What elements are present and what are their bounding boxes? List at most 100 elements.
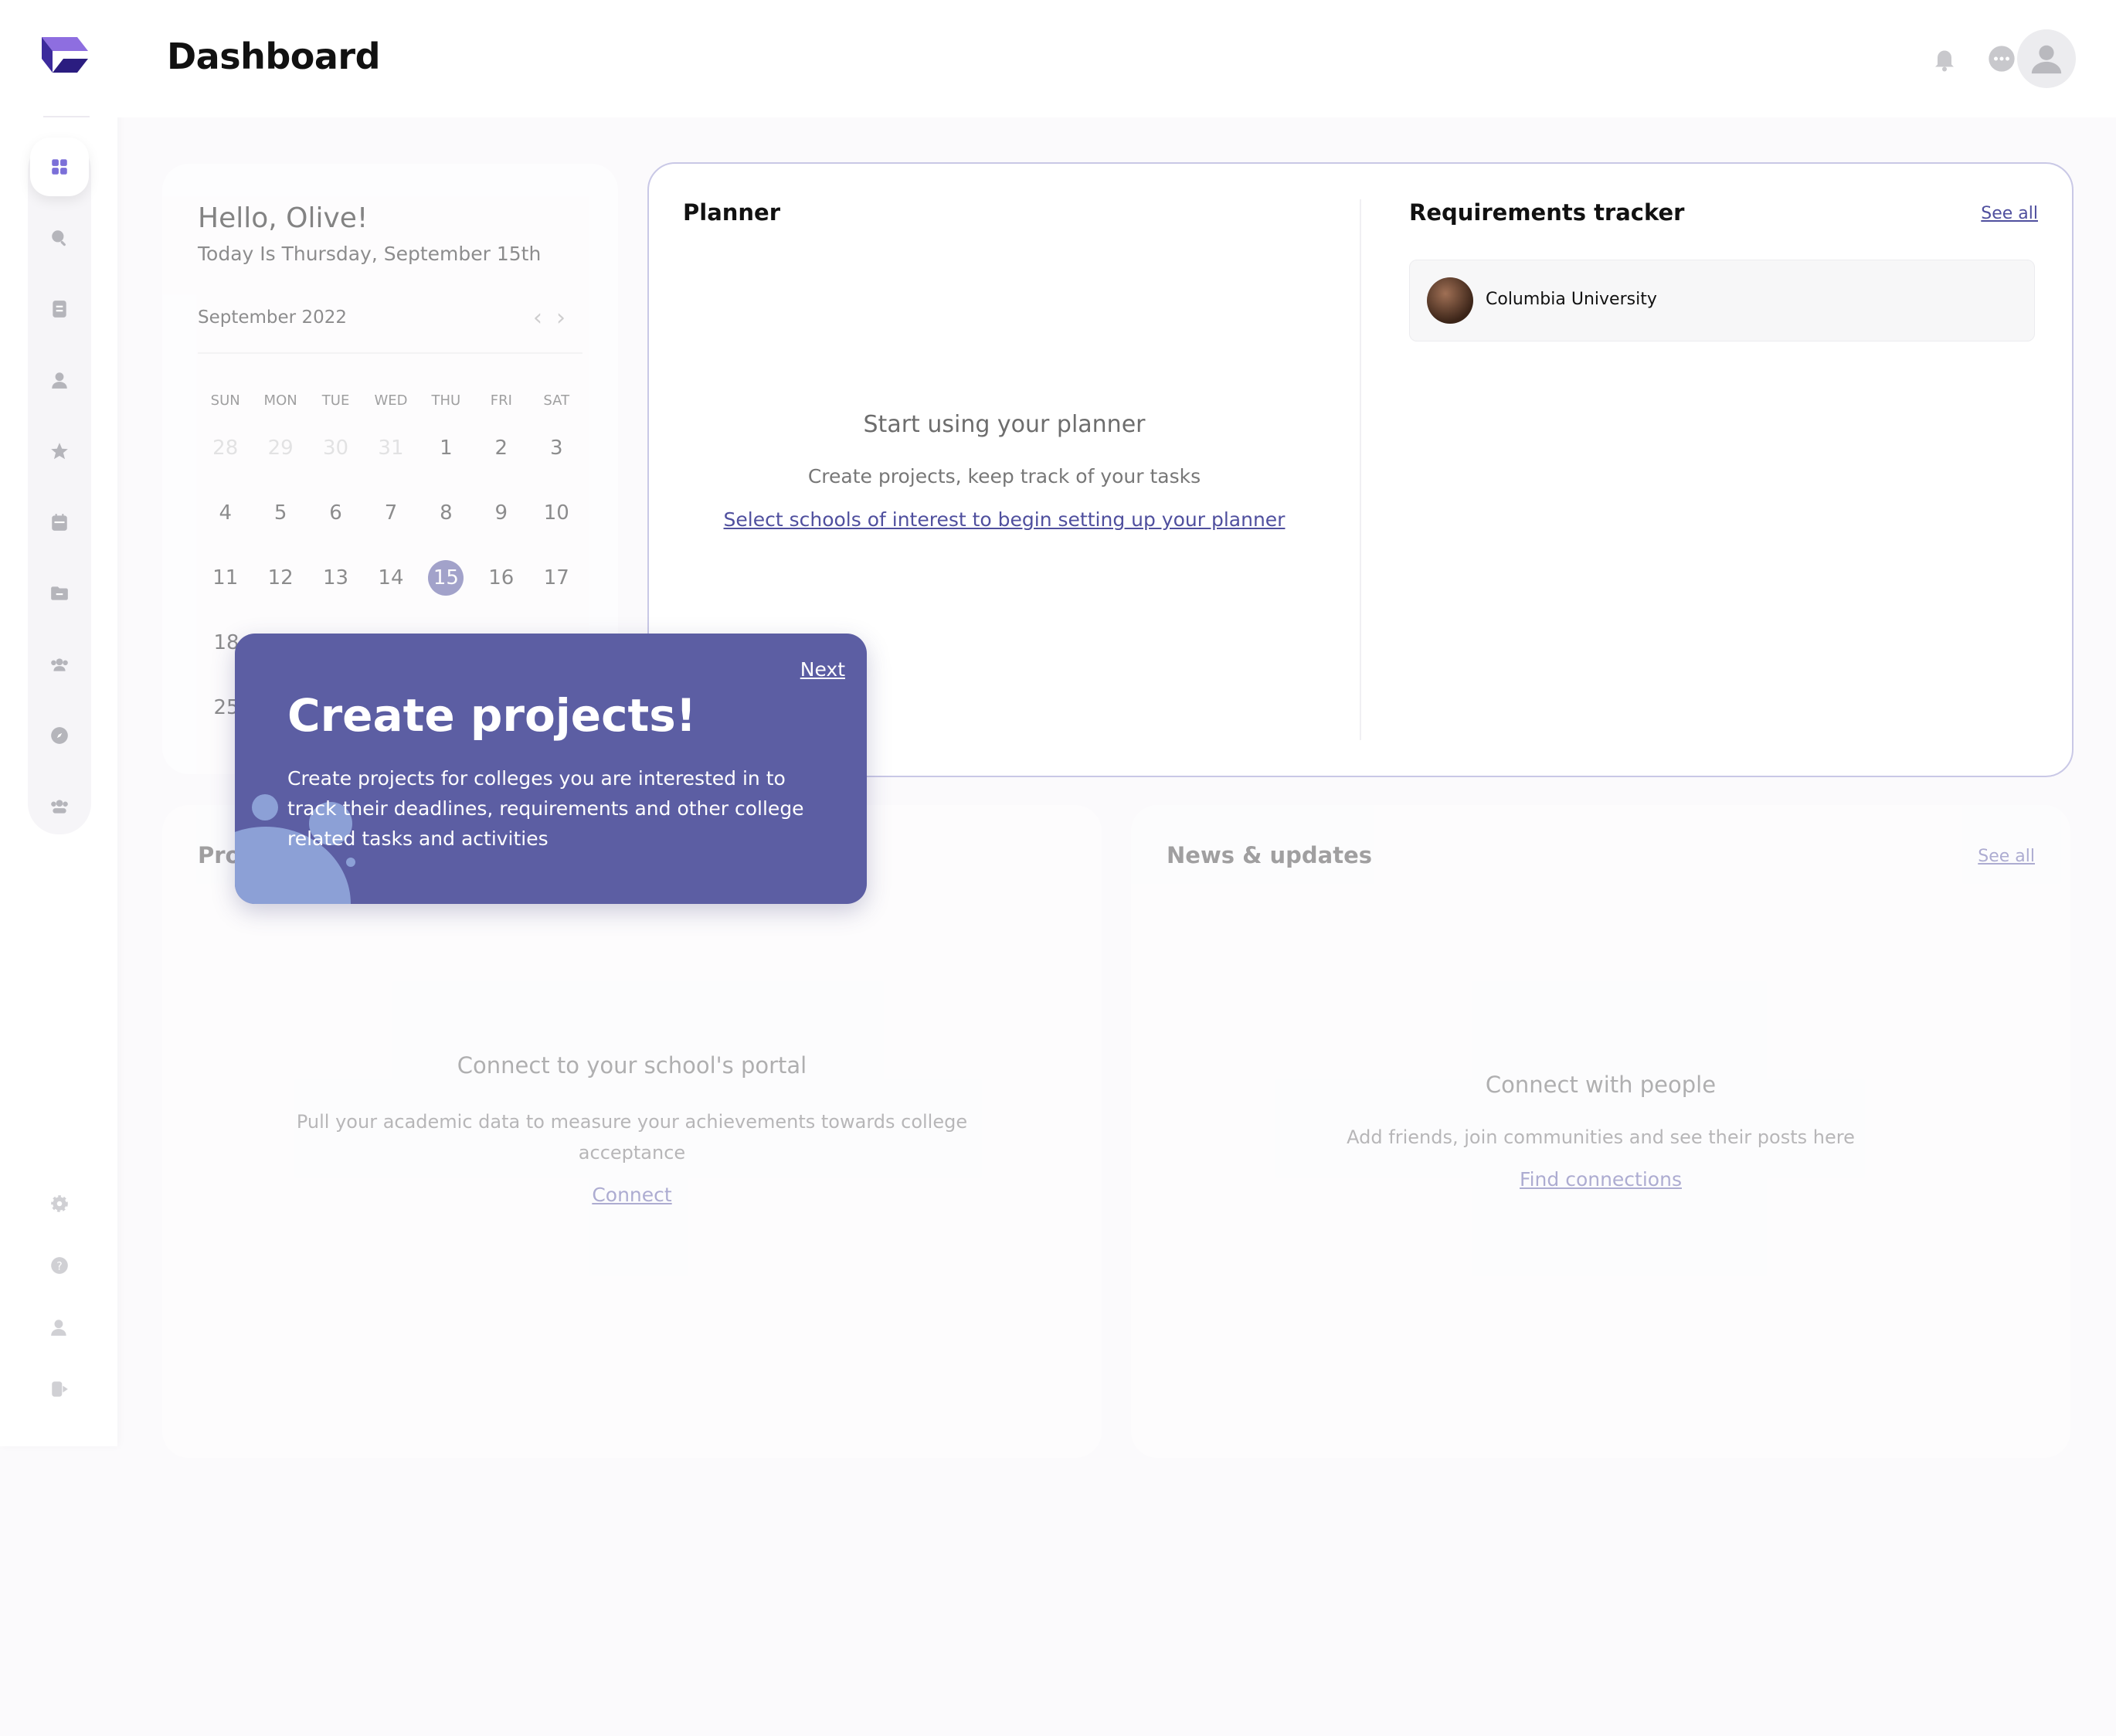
- account-icon: [51, 1320, 66, 1336]
- gear-icon: [51, 1195, 68, 1212]
- help-icon: ?: [51, 1257, 68, 1274]
- onboarding-tooltip: Next Create projects! Create projects fo…: [235, 634, 867, 904]
- news-see-all-link[interactable]: See all: [1978, 847, 2035, 866]
- planner-empty-title: Start using your planner: [863, 411, 1146, 438]
- sidebar-item-account[interactable]: [30, 1298, 89, 1357]
- tooltip-next-link[interactable]: Next: [800, 658, 845, 681]
- calendar-day[interactable]: 3: [529, 437, 584, 460]
- calendar-day[interactable]: 1: [419, 437, 474, 460]
- today-marker: 15: [428, 560, 464, 596]
- chat-icon: [1989, 46, 2015, 72]
- planner-divider: [1360, 199, 1361, 740]
- sidebar-item-calendar[interactable]: [30, 493, 89, 552]
- avatar-icon: [2031, 45, 2062, 74]
- decor-blob: [346, 858, 355, 867]
- calendar-day[interactable]: 5: [253, 501, 307, 525]
- star-icon: [51, 443, 68, 460]
- calendar-day[interactable]: 16: [474, 566, 528, 589]
- calendar-day[interactable]: 4: [198, 501, 253, 525]
- bell-icon: [1935, 50, 1954, 72]
- sidebar-item-profile[interactable]: [30, 351, 89, 409]
- planner-title: Planner: [683, 199, 781, 226]
- weekday-label: THU: [431, 392, 461, 409]
- calendar-day[interactable]: 17: [529, 566, 584, 589]
- select-schools-link[interactable]: Select schools of interest to begin sett…: [649, 508, 1360, 531]
- sidebar-item-logout[interactable]: [30, 1360, 89, 1418]
- svg-text:?: ?: [56, 1260, 62, 1272]
- sidebar-item-favorites[interactable]: [30, 422, 89, 481]
- folder-icon: [51, 586, 68, 600]
- sidebar-item-search[interactable]: [30, 209, 89, 267]
- sidebar-item-community[interactable]: [30, 777, 89, 836]
- decor-blob: [252, 794, 278, 820]
- calendar-day[interactable]: 30: [308, 437, 363, 460]
- calendar-day[interactable]: 7: [363, 501, 418, 525]
- calendar-day[interactable]: 13: [308, 566, 363, 589]
- community-icon: [51, 800, 68, 814]
- news-empty-title: Connect with people: [1485, 1072, 1717, 1098]
- week-row: 11 12 13 14 15 16 17: [198, 545, 584, 610]
- sidebar-item-groups[interactable]: [30, 635, 89, 694]
- sidebar-item-dashboard[interactable]: [30, 138, 89, 196]
- calendar-nav: ‹›: [533, 304, 579, 331]
- calendar-month: September 2022: [198, 307, 347, 328]
- chevron-right-icon[interactable]: ›: [556, 304, 579, 331]
- weekday-label: WED: [374, 392, 408, 409]
- calendar-day[interactable]: 31: [363, 437, 418, 460]
- calendar-day[interactable]: 12: [253, 566, 307, 589]
- news-card: News & updates See all Connect with peop…: [1131, 805, 2070, 1458]
- week-row: 28 29 30 31 1 2 3: [198, 416, 584, 481]
- weekday-label: FRI: [490, 392, 512, 409]
- sidebar-item-folders[interactable]: [30, 564, 89, 623]
- group-icon: [51, 658, 68, 671]
- week-row: 4 5 6 7 8 9 10: [198, 481, 584, 545]
- sidebar-item-documents[interactable]: [30, 280, 89, 338]
- logo-divider: [43, 116, 90, 117]
- requirement-item[interactable]: Columbia University: [1409, 260, 2035, 341]
- compass-icon: [51, 727, 68, 744]
- school-name: Columbia University: [1486, 290, 1657, 309]
- planner-empty-subtitle: Create projects, keep track of your task…: [807, 465, 1201, 488]
- calendar-day[interactable]: 29: [253, 437, 307, 460]
- grid-icon: [52, 159, 67, 175]
- find-connections-link[interactable]: Find connections: [1131, 1168, 2070, 1191]
- weekday-label: TUE: [321, 392, 350, 409]
- chevron-left-icon[interactable]: ‹: [533, 304, 556, 331]
- user-icon: [52, 372, 67, 389]
- user-avatar[interactable]: [2017, 29, 2076, 88]
- calendar-day[interactable]: 28: [198, 437, 253, 460]
- progress-empty-title: Connect to your school's portal: [457, 1052, 807, 1079]
- tooltip-text: Create projects for colleges you are int…: [287, 767, 804, 850]
- tooltip-title: Create projects!: [287, 689, 697, 742]
- weekday-label: SAT: [543, 392, 570, 409]
- calendar-day[interactable]: 9: [474, 501, 528, 525]
- requirements-title: Requirements tracker: [1409, 199, 1685, 226]
- progress-empty-subtitle: Pull your academic data to measure your …: [296, 1111, 968, 1164]
- news-title: News & updates: [1167, 842, 1372, 868]
- document-icon: [53, 301, 66, 318]
- calendar-day[interactable]: 2: [474, 437, 528, 460]
- requirements-see-all-link[interactable]: See all: [1981, 204, 2038, 223]
- sidebar-item-help[interactable]: ?: [30, 1236, 89, 1295]
- messages-button[interactable]: [1986, 43, 2017, 74]
- calendar-day[interactable]: 10: [529, 501, 584, 525]
- sidebar-item-explore[interactable]: [30, 706, 89, 765]
- calendar-divider: [198, 352, 582, 354]
- calendar-day[interactable]: 14: [363, 566, 418, 589]
- calendar-icon: [52, 514, 67, 531]
- weekday-row: SUN MON TUE WED THU FRI SAT: [198, 385, 584, 416]
- page-title: Dashboard: [167, 36, 381, 77]
- connect-link[interactable]: Connect: [162, 1184, 1102, 1206]
- greeting: Hello, Olive!: [198, 202, 369, 234]
- calendar-day[interactable]: 8: [419, 501, 474, 525]
- sidebar: ?: [0, 0, 117, 1446]
- notifications-button[interactable]: [1929, 43, 1960, 74]
- calendar-day[interactable]: 6: [308, 501, 363, 525]
- sidebar-item-settings[interactable]: [30, 1174, 89, 1233]
- news-empty-subtitle: Add friends, join communities and see th…: [1347, 1126, 1855, 1148]
- app-logo[interactable]: [37, 32, 93, 80]
- calendar-day[interactable]: 11: [198, 566, 253, 589]
- calendar-day-today[interactable]: 15: [419, 560, 474, 596]
- top-header: Dashboard: [117, 0, 2116, 117]
- weekday-label: SUN: [210, 392, 240, 409]
